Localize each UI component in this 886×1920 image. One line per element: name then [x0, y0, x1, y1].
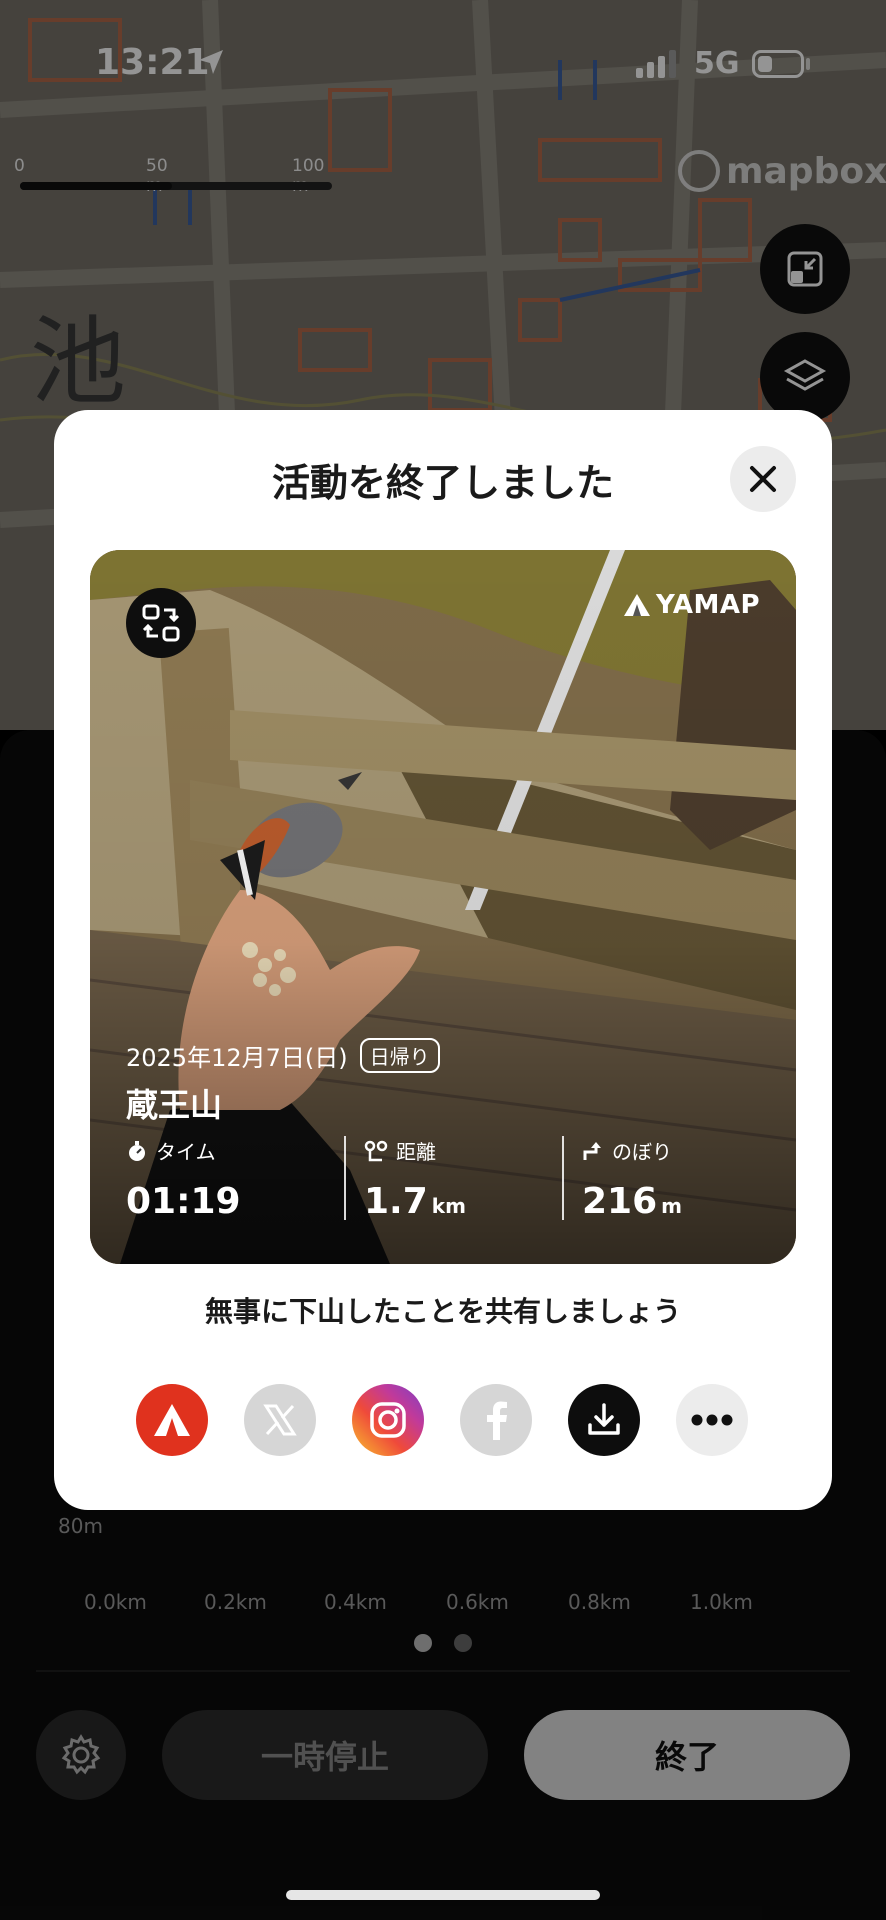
stat-divider: [562, 1136, 564, 1220]
swap-icon: [142, 604, 180, 642]
more-icon: [691, 1414, 733, 1426]
stat-ascent: のぼり 216 m: [582, 1136, 682, 1222]
activity-photo-card: YAMAP 2025年12月7日(日) 日帰り 蔵王山 タイム 01:19 距離…: [90, 550, 796, 1264]
yamap-logo-icon: [624, 594, 650, 616]
stat-distance-unit: km: [431, 1194, 466, 1218]
stat-ascent-unit: m: [661, 1194, 682, 1218]
activity-date: 2025年12月7日(日): [126, 1044, 348, 1072]
stat-ascent-value: 216: [582, 1181, 658, 1222]
trip-type-badge: 日帰り: [359, 1038, 440, 1073]
stopwatch-icon: [129, 1140, 145, 1161]
close-button[interactable]: [730, 446, 796, 512]
download-icon: [588, 1403, 620, 1435]
share-message: 無事に下山したことを共有しましょう: [204, 1295, 681, 1328]
facebook-icon: [487, 1401, 507, 1440]
stat-time-value: 01:19: [126, 1181, 241, 1222]
mountain-name: 蔵王山: [126, 1086, 223, 1124]
swap-photo-button[interactable]: [126, 588, 196, 658]
close-icon: [750, 466, 776, 492]
home-indicator[interactable]: [286, 1890, 600, 1900]
yamap-icon: [154, 1404, 190, 1436]
stat-ascent-label: のぼり: [612, 1140, 672, 1164]
stat-distance-label: 距離: [396, 1140, 436, 1164]
download-image-button[interactable]: [568, 1384, 640, 1456]
share-yamap-button[interactable]: [136, 1384, 208, 1456]
share-instagram-button[interactable]: [352, 1384, 424, 1456]
x-icon: [263, 1404, 297, 1436]
ascent-arrow-icon: [583, 1141, 601, 1160]
instagram-icon: [370, 1402, 406, 1438]
share-facebook-button[interactable]: [460, 1384, 532, 1456]
stat-distance-value: 1.7: [364, 1181, 428, 1222]
dialog-title: 活動を終了しました: [271, 461, 614, 505]
stat-time-label: タイム: [156, 1140, 216, 1164]
stat-time: タイム 01:19: [126, 1136, 241, 1222]
stat-distance: 距離 1.7 km: [364, 1136, 466, 1222]
activity-finished-dialog: 活動を終了しました YAMAP 2025年12月7日(日) 日帰り 蔵王山 タイ…: [54, 410, 832, 1510]
yamap-brand-text: YAMAP: [656, 590, 761, 620]
activity-date-row: 2025年12月7日(日) 日帰り: [126, 1038, 440, 1073]
yamap-brand: YAMAP: [624, 590, 760, 620]
route-pin-icon: [364, 1140, 388, 1161]
share-x-button[interactable]: [244, 1384, 316, 1456]
stat-divider: [344, 1136, 346, 1220]
share-more-button[interactable]: [676, 1384, 748, 1456]
